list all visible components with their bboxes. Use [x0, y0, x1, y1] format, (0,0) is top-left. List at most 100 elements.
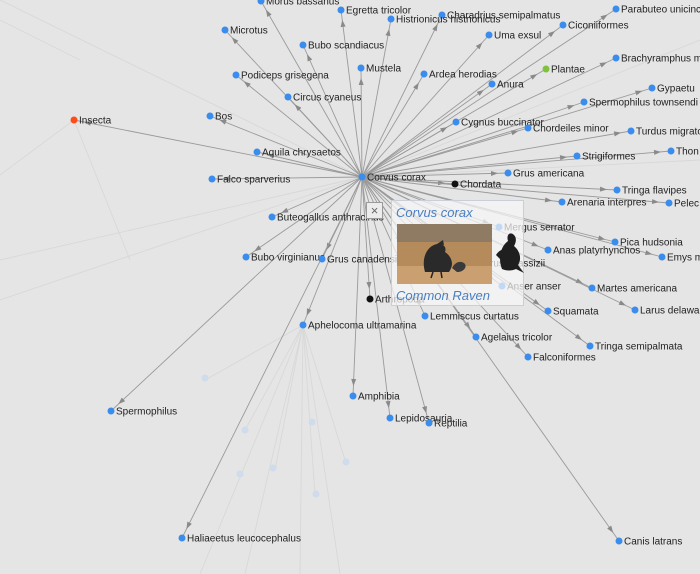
node-dot[interactable]: [70, 116, 78, 124]
graph-node[interactable]: Bos: [206, 112, 233, 123]
node-dot[interactable]: [544, 246, 552, 254]
graph-node[interactable]: Anura: [488, 80, 525, 91]
graph-node[interactable]: Grus americana: [504, 169, 585, 180]
node-dot[interactable]: [558, 198, 566, 206]
node-dot[interactable]: [268, 213, 276, 221]
node-label[interactable]: Martes americana: [597, 284, 677, 295]
node-dot[interactable]: [665, 199, 673, 207]
close-popup-button[interactable]: ×: [366, 202, 383, 219]
graph-node[interactable]: Chordeiles minor: [524, 124, 610, 135]
node-dot[interactable]: [299, 41, 307, 49]
node-dot[interactable]: [178, 534, 186, 542]
node-dot[interactable]: [613, 186, 621, 194]
node-label[interactable]: Spermophilus townsendi: [589, 98, 698, 109]
node-label[interactable]: Grus americana: [513, 169, 585, 180]
node-dot[interactable]: [451, 180, 459, 188]
node-dot[interactable]: [472, 333, 480, 341]
node-label[interactable]: Lemmiscus curtatus: [430, 312, 519, 323]
graph-node[interactable]: Bubo scandiacus: [299, 41, 385, 52]
graph-node[interactable]: Falconiformes: [524, 353, 596, 364]
graph-node[interactable]: Canis latrans: [615, 537, 683, 548]
graph-node[interactable]: Pelec: [665, 199, 700, 210]
node-label[interactable]: Agelaius tricolor: [481, 333, 553, 344]
popup-scientific-name[interactable]: Corvus corax: [396, 205, 473, 220]
node-label[interactable]: Emys m: [667, 253, 700, 264]
node-dot[interactable]: [611, 238, 619, 246]
graph-node[interactable]: Arenaria interpres: [558, 198, 647, 209]
node-label[interactable]: Aphelocoma ultramarina: [308, 321, 417, 332]
graph-node[interactable]: Ciconiiformes: [559, 21, 629, 32]
node-label[interactable]: Turdus migrato: [636, 127, 700, 138]
graph-node[interactable]: Thon: [667, 147, 699, 158]
node-dot[interactable]: [573, 152, 581, 160]
node-dot[interactable]: [631, 306, 639, 314]
center-node-label[interactable]: Corvus corax: [367, 173, 426, 184]
network-graph[interactable]: Morus bassanusEgretta tricolor Charadrius…: [0, 0, 700, 574]
node-dot[interactable]: [107, 407, 115, 415]
node-label[interactable]: Mustela: [366, 64, 401, 75]
graph-node[interactable]: Tringa semipalmata: [586, 342, 683, 353]
node-dot[interactable]: [242, 253, 250, 261]
node-dot[interactable]: [544, 307, 552, 315]
node-label[interactable]: Plantae: [551, 65, 585, 76]
node-label[interactable]: Histrionicus histrionicus: [396, 15, 500, 26]
node-label[interactable]: Larus delawa: [640, 306, 700, 317]
node-dot[interactable]: [357, 64, 365, 72]
node-label[interactable]: Circus cyaneus: [293, 93, 361, 104]
node-dot[interactable]: [253, 148, 261, 156]
node-label[interactable]: Arenaria interpres: [567, 198, 646, 209]
node-dot[interactable]: [588, 284, 596, 292]
node-dot[interactable]: [524, 353, 532, 361]
node-dot[interactable]: [206, 112, 214, 120]
graph-node[interactable]: Anas platyrhynchos: [544, 246, 641, 257]
graph-node[interactable]: Tringa flavipes: [613, 186, 687, 197]
graph-node[interactable]: Histrionicus histrionicus: [387, 15, 501, 26]
graph-node[interactable]: Podiceps grisegena: [232, 71, 330, 82]
node-label[interactable]: Pelec: [674, 199, 699, 210]
node-label[interactable]: Reptilia: [434, 419, 468, 430]
node-label[interactable]: Microtus: [230, 26, 268, 37]
graph-node[interactable]: Microtus: [221, 26, 268, 37]
node-label[interactable]: Falconiformes: [533, 353, 596, 364]
node-label[interactable]: Anura: [497, 80, 524, 91]
node-label[interactable]: Strigiformes: [582, 152, 635, 163]
graph-node[interactable]: Martes americana: [588, 284, 678, 295]
node-label[interactable]: Podiceps grisegena: [241, 71, 329, 82]
graph-node[interactable]: Turdus migrato: [627, 127, 700, 138]
node-label[interactable]: Ciconiiformes: [568, 21, 629, 32]
node-dot[interactable]: [615, 537, 623, 545]
node-label[interactable]: Bubo scandiacus: [308, 41, 384, 52]
node-label[interactable]: Bos: [215, 112, 232, 123]
node-label[interactable]: Tringa semipalmata: [595, 342, 683, 353]
graph-node[interactable]: Grus canadensis: [318, 255, 403, 266]
node-label[interactable]: Amphibia: [358, 392, 400, 403]
node-label[interactable]: Falco sparverius: [217, 175, 290, 186]
node-label[interactable]: Chordata: [460, 180, 502, 191]
node-label[interactable]: Parabuteo unicinc: [621, 5, 700, 16]
node-dot[interactable]: [658, 253, 666, 261]
node-dot[interactable]: [586, 342, 594, 350]
graph-node[interactable]: Insecta: [70, 116, 112, 127]
node-label[interactable]: Morus bassanus: [266, 0, 339, 8]
node-dot[interactable]: [299, 321, 307, 329]
graph-node[interactable]: Parabuteo unicinc: [612, 5, 700, 16]
graph-node[interactable]: Emys m: [658, 253, 700, 264]
node-dot[interactable]: [349, 392, 357, 400]
graph-node[interactable]: Bubo virginianus: [242, 253, 325, 264]
node-dot[interactable]: [337, 6, 345, 14]
graph-node[interactable]: Haliaeetus leucocephalus: [178, 534, 301, 545]
node-label[interactable]: Brachyramphus m: [621, 54, 700, 65]
node-dot[interactable]: [421, 312, 429, 320]
graph-node[interactable]: Aquila chrysaetos: [253, 148, 341, 159]
graph-node[interactable]: Circus cyaneus: [284, 93, 362, 104]
graph-node[interactable]: Aphelocoma ultramarina: [299, 321, 417, 332]
graph-node[interactable]: Agelaius tricolor: [472, 333, 553, 344]
graph-node[interactable]: Lemmiscus curtatus: [421, 312, 519, 323]
node-label[interactable]: Canis latrans: [624, 537, 682, 548]
graph-node[interactable]: Spermophilus townsendi: [580, 98, 698, 109]
center-node-dot[interactable]: [358, 173, 366, 181]
graph-node[interactable]: Ardea herodias: [420, 70, 497, 81]
node-dot[interactable]: [559, 21, 567, 29]
node-dot[interactable]: [542, 65, 550, 73]
node-dot[interactable]: [485, 31, 493, 39]
